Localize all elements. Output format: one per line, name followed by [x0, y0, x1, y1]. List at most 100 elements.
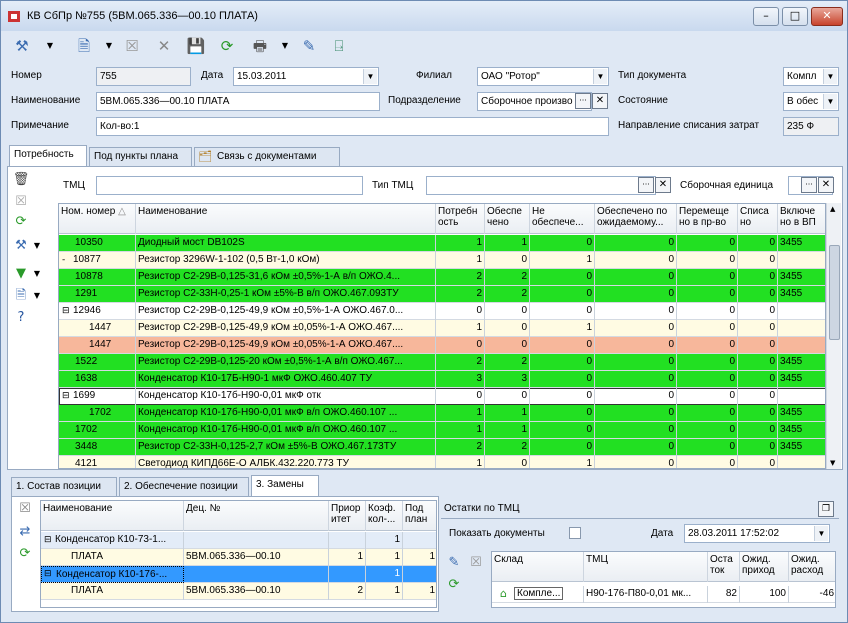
table-row[interactable]: 1522 Резистор С2-29В-0,125-20 кОм ±0,5%-1…	[59, 354, 825, 371]
table-row[interactable]: 1702 Конденсатор К10-17б-Н90-0,01 мкФ в/п…	[59, 405, 825, 422]
tab-podpunkty[interactable]: Под пункты плана	[89, 147, 192, 166]
cancel-icon[interactable]: ✕	[153, 35, 175, 57]
table-row[interactable]: Конденсатор К10-176-... 1 ⊟	[41, 566, 436, 583]
table-row[interactable]: 1447 Резистор С2-29В-0,125-49,9 кОм ±0,05…	[59, 320, 825, 337]
exit-icon[interactable]: ⍈	[328, 35, 350, 57]
chevron-down-icon[interactable]: ▼	[814, 526, 828, 541]
trash-icon[interactable]: 🗑	[11, 171, 31, 189]
tmc-input[interactable]	[96, 176, 363, 195]
tab-zameny[interactable]: 3. Замены	[251, 475, 319, 496]
table-row[interactable]: ПЛАТА 5ВМ.065.336—00.10 2 1 1	[41, 583, 436, 600]
table-row[interactable]: 4121 Светодиод КИПД66Е-О АЛБК.432.220.773…	[59, 456, 825, 468]
col-spisano[interactable]: Списа но	[738, 204, 778, 234]
report-icon[interactable]: 🗎	[11, 287, 31, 305]
print-icon[interactable]: 🖶	[249, 35, 271, 57]
main-grid-scrollbar[interactable]: ▲ ▼	[826, 203, 841, 469]
scroll-thumb[interactable]	[829, 245, 840, 340]
clear-button[interactable]: ✕	[655, 177, 671, 193]
maximize-button[interactable]: □	[782, 7, 808, 26]
table-row[interactable]: 1699 Конденсатор К10-17б-Н90-0,01 мкФ отк…	[59, 388, 825, 405]
clear-button[interactable]: ✕	[818, 177, 834, 193]
table-row[interactable]: 3448 Резистор С2-33Н-0,125-2,7 кОм ±5%-В …	[59, 439, 825, 456]
ostatki-row[interactable]: Компле... ⌂ Н90-176-П80-0,01 мк... 82 10…	[492, 586, 835, 603]
tools-icon[interactable]: ⚒	[11, 237, 31, 255]
col-o-ost[interactable]: Оста ток	[708, 552, 740, 582]
chevron-down-icon[interactable]: ▼	[823, 69, 837, 84]
ostatki-grid[interactable]: Склад ТМЦ Оста ток Ожид. приход Ожид. ра…	[491, 551, 836, 608]
col-vp[interactable]: Включе но в ВП	[778, 204, 825, 234]
chevron-down-icon[interactable]: ▼	[32, 287, 42, 305]
edit-icon[interactable]: ✎	[298, 35, 320, 57]
tree-toggle-icon[interactable]: ⊟	[44, 532, 52, 548]
col-potreb[interactable]: Потребн ость	[436, 204, 485, 234]
col-z-podplan[interactable]: Под план	[403, 501, 436, 531]
chevron-down-icon[interactable]: ▼	[593, 69, 607, 84]
cancel-icon[interactable]: ☒	[466, 554, 486, 572]
clear-button[interactable]: ✕	[592, 93, 608, 109]
document-icon[interactable]: 🗎	[73, 35, 95, 57]
col-z-dec[interactable]: Дец. №	[184, 501, 329, 531]
ellipsis-button[interactable]: ···	[801, 177, 817, 193]
refresh-icon[interactable]: ⟳	[216, 35, 238, 57]
save-icon[interactable]: 💾	[185, 35, 207, 57]
col-nom[interactable]: Ном. номер △	[59, 204, 136, 234]
sost-select[interactable]: В обес ▼	[783, 92, 839, 111]
show-docs-checkbox[interactable]	[569, 527, 581, 539]
col-z-koef[interactable]: Коэф. кол-...	[366, 501, 403, 531]
table-row[interactable]: 1638 Конденсатор К10-17Б-Н90-1 мкФ ОЖО.46…	[59, 371, 825, 388]
tree-toggle-icon[interactable]: -	[62, 252, 65, 268]
col-perem[interactable]: Перемеще но в пр-во	[677, 204, 738, 234]
minimize-button[interactable]: –	[753, 7, 779, 26]
table-row[interactable]: ПЛАТА 5ВМ.065.336—00.10 1 1 1	[41, 549, 436, 566]
restore-icon[interactable]: ❐	[818, 501, 834, 517]
tab-sostav[interactable]: 1. Состав позиции	[11, 477, 117, 496]
filter-icon[interactable]: ▼	[11, 265, 31, 283]
nomer-field[interactable]: 755	[96, 67, 191, 86]
col-ozhid[interactable]: Обеспечено по ожидаемому...	[595, 204, 677, 234]
delete-icon[interactable]: ☒	[121, 35, 143, 57]
refresh-icon[interactable]: ⟳	[15, 545, 35, 563]
col-name[interactable]: Наименование	[136, 204, 436, 234]
tiptmc-input[interactable]	[426, 176, 656, 195]
table-row[interactable]: 1702 Конденсатор К10-17б-Н90-0,01 мкФ в/п…	[59, 422, 825, 439]
main-grid[interactable]: Ном. номер △ Наименование Потребн ость О…	[58, 203, 826, 469]
tree-toggle-icon[interactable]: ⊟	[44, 566, 52, 582]
chevron-down-icon[interactable]: ▼	[104, 35, 114, 57]
chevron-down-icon[interactable]: ▼	[280, 35, 290, 57]
table-row[interactable]: 12946 Резистор С2-29В-0,125-49,9 кОм ±0,5…	[59, 303, 825, 320]
edit-icon[interactable]: ✎	[444, 554, 464, 572]
table-row[interactable]: Конденсатор К10-73-1... 1 ⊟	[41, 532, 436, 549]
ellipsis-button[interactable]: ···	[575, 93, 591, 109]
scroll-up-icon[interactable]: ▲	[830, 205, 835, 213]
chevron-down-icon[interactable]: ▼	[32, 237, 42, 255]
chevron-down-icon[interactable]: ▼	[363, 69, 377, 84]
col-o-sklad[interactable]: Склад	[492, 552, 584, 582]
close-button[interactable]: ✕	[811, 7, 843, 26]
replace-icon[interactable]: ⇄	[15, 523, 35, 541]
tab-svyaz[interactable]: Связь с документами	[194, 147, 340, 166]
table-row[interactable]: 10350 Диодный мост DB102S 1 1 0 0 0 0 3455	[59, 235, 825, 252]
ellipsis-button[interactable]: ···	[638, 177, 654, 193]
tab-potrebnost[interactable]: Потребность	[9, 145, 87, 166]
tab-obespechenie[interactable]: 2. Обеспечение позиции	[119, 477, 249, 496]
refresh-icon[interactable]: ⟳	[444, 576, 464, 594]
table-row[interactable]: 10877 Резистор 3296W-1-102 (0,5 Вт-1,0 кО…	[59, 252, 825, 269]
prim-field[interactable]: Кол-во:1	[96, 117, 609, 136]
cancel-icon[interactable]: ☒	[11, 193, 31, 211]
table-row[interactable]: 1291 Резистор С2-33Н-0,25-1 кОм ±5%-В в/п…	[59, 286, 825, 303]
cancel-icon[interactable]: ☒	[15, 500, 35, 518]
col-obesp[interactable]: Обеспе чено	[485, 204, 530, 234]
date-field[interactable]: 15.03.2011 ▼	[233, 67, 379, 86]
tools-icon[interactable]: ⚒	[11, 35, 33, 57]
naim-field[interactable]: 5ВМ.065.336—00.10 ПЛАТА	[96, 92, 380, 111]
table-row[interactable]: 10878 Резистор С2-29В-0,125-31,6 кОм ±0,5…	[59, 269, 825, 286]
col-o-rash[interactable]: Ожид. расход	[789, 552, 835, 582]
tipdoc-select[interactable]: Компл ▼	[783, 67, 839, 86]
filial-select[interactable]: ОАО "Ротор" ▼	[477, 67, 609, 86]
chevron-down-icon[interactable]: ▼	[32, 265, 42, 283]
help-icon[interactable]: ?	[11, 309, 31, 327]
tree-toggle-icon[interactable]: ⊟	[62, 303, 70, 319]
scroll-down-icon[interactable]: ▼	[830, 459, 835, 467]
col-o-tmc[interactable]: ТМЦ	[584, 552, 708, 582]
ostatki-date-field[interactable]: 28.03.2011 17:52:02 ▼	[684, 524, 830, 543]
